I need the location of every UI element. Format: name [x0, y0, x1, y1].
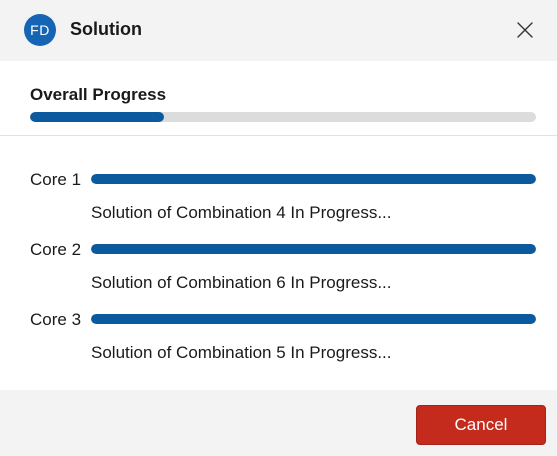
core-progress-fill	[91, 314, 536, 324]
core-progress-bar	[91, 244, 536, 254]
cancel-button[interactable]: Cancel	[416, 405, 546, 445]
dialog-footer: Cancel	[0, 390, 557, 456]
overall-progress-label: Overall Progress	[30, 85, 167, 104]
core-progress-bar	[91, 314, 536, 324]
overall-progress-bar	[30, 112, 536, 122]
window-title: Solution	[70, 19, 142, 39]
app-logo-icon: FD	[24, 14, 56, 46]
core-label: Core 3	[30, 310, 82, 329]
overall-progress-fill	[30, 112, 165, 122]
close-button[interactable]	[507, 12, 543, 48]
core-label: Core 1	[30, 170, 82, 189]
progress-panel: Overall Progress Core 1 Solution of Comb…	[0, 61, 557, 390]
title-bar: FD Solution	[0, 0, 557, 61]
core-row-2: Core 2 Solution of Combination 6 In Prog…	[0, 240, 557, 300]
core-progress-fill	[91, 244, 536, 254]
core-label: Core 2	[30, 240, 82, 259]
core-progress-bar	[91, 174, 536, 184]
core-status-text: Solution of Combination 5 In Progress...	[91, 343, 392, 362]
core-row-3: Core 3 Solution of Combination 5 In Prog…	[0, 310, 557, 370]
core-progress-fill	[91, 174, 536, 184]
close-icon	[517, 22, 533, 38]
divider	[0, 135, 557, 136]
core-status-text: Solution of Combination 4 In Progress...	[91, 203, 392, 222]
core-status-text: Solution of Combination 6 In Progress...	[91, 273, 392, 292]
core-row-1: Core 1 Solution of Combination 4 In Prog…	[0, 170, 557, 230]
